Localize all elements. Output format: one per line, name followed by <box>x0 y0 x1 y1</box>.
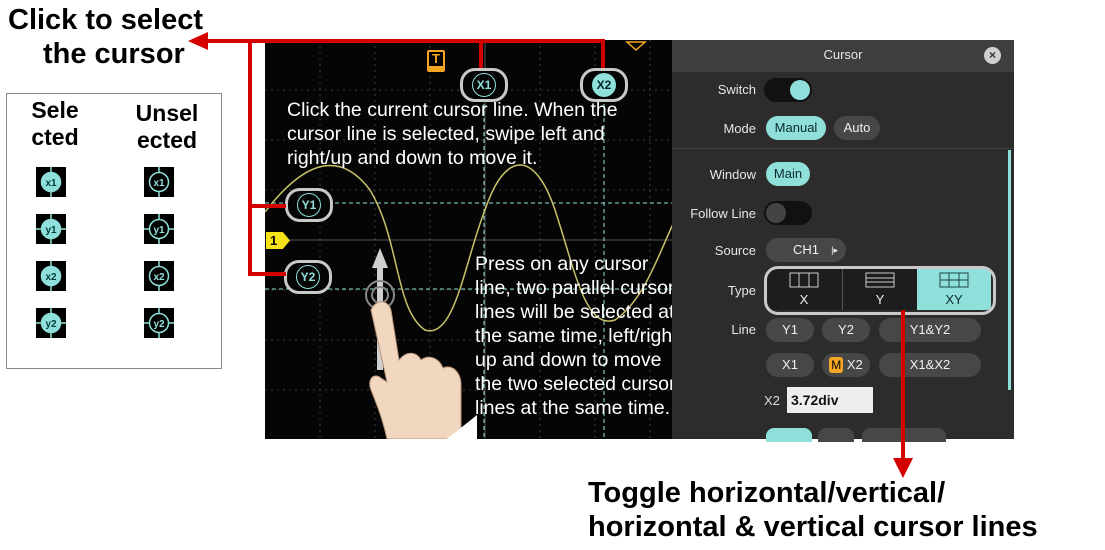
svg-text:x1: x1 <box>153 178 165 189</box>
unselected-cursor-x1-icon: x1 <box>144 167 174 197</box>
annotation-line-y1 <box>248 204 286 208</box>
source-select[interactable]: CH1 |▸ <box>766 238 846 262</box>
mode-manual-button[interactable]: Manual <box>766 116 826 140</box>
cursor-badge-x1[interactable]: X1 <box>460 68 508 102</box>
instruction-line: cursor line is selected, swipe left and <box>287 123 605 145</box>
x-unit-row-cutoff <box>766 428 812 442</box>
line-x2-button[interactable]: M X2 <box>822 353 870 377</box>
selected-cursor-y1-icon: y1 <box>36 214 66 244</box>
select-cursor-callout: Click to select the cursor <box>8 3 203 71</box>
m-badge: M <box>829 357 844 373</box>
switch-toggle[interactable] <box>764 78 812 102</box>
unselected-cursor-x2-icon: x2 <box>144 261 174 291</box>
unselected-cursor-y2-icon: y2 <box>144 308 174 338</box>
y1-label: Y1 <box>297 193 321 217</box>
line-y1-button[interactable]: Y1 <box>766 318 814 342</box>
cursor-badge-y2[interactable]: Y2 <box>284 260 332 294</box>
x2-label: X2 <box>592 73 616 97</box>
selected-cursor-x1-icon: x1 <box>36 167 66 197</box>
source-arrow-icon: |▸ <box>831 245 838 255</box>
annotation-arrow-down-icon <box>893 458 913 478</box>
svg-text:y1: y1 <box>153 225 165 236</box>
line-y1y2-button[interactable]: Y1&Y2 <box>879 318 981 342</box>
line-label: Line <box>731 322 756 337</box>
window-main-button[interactable]: Main <box>766 162 810 186</box>
selected-heading: Sele cted <box>31 97 79 150</box>
touch-hand-icon <box>365 248 477 439</box>
callout-bottom-line-1: Toggle horizontal/vertical/ <box>588 477 946 509</box>
x1-label: X1 <box>472 73 496 97</box>
svg-text:x2: x2 <box>45 272 57 283</box>
annotation-line-y2 <box>248 272 286 276</box>
follow-line-label: Follow Line <box>690 206 756 221</box>
annotation-line-top <box>248 39 605 43</box>
line-x1x2-button[interactable]: X1&X2 <box>879 353 981 377</box>
selected-cursor-x2-icon: x2 <box>36 261 66 291</box>
callout-line-1: Click to select <box>8 4 204 36</box>
scrollbar[interactable] <box>1008 150 1011 390</box>
annotation-line-x2 <box>601 39 605 68</box>
horizontal-position-marker <box>625 41 647 52</box>
y2-label: Y2 <box>296 265 320 289</box>
annotation-line-x1 <box>479 39 483 68</box>
unselected-cursor-y1-icon: y1 <box>144 214 174 244</box>
callout-line-2: the cursor <box>43 38 185 70</box>
mode-auto-button[interactable]: Auto <box>834 116 880 140</box>
instruction-select-cursor: Click the current cursor line. When the c… <box>287 98 687 170</box>
svg-text:y2: y2 <box>45 319 57 330</box>
line-y2-button[interactable]: Y2 <box>822 318 870 342</box>
toggle-cursor-callout: Toggle horizontal/vertical/ horizontal &… <box>588 476 1038 544</box>
x2-value-field[interactable]: 3.72div <box>787 387 873 413</box>
instruction-line: right/up and down to move it. <box>287 147 538 169</box>
panel-title: Cursor <box>672 40 1014 72</box>
annotation-line-left-vertical <box>248 39 252 275</box>
annotation-arrow-shaft-top <box>205 39 250 43</box>
annotation-line-type-down <box>901 310 905 460</box>
x2-value-label: X2 <box>764 393 780 408</box>
trigger-marker[interactable]: T <box>427 50 445 72</box>
svg-text:x2: x2 <box>153 272 165 283</box>
annotation-arrow-left-icon <box>188 32 208 50</box>
source-label: Source <box>714 243 756 258</box>
switch-label: Switch <box>717 82 756 97</box>
mode-label: Mode <box>723 121 756 136</box>
unselected-heading: Unsel ected <box>135 100 199 153</box>
type-label: Type <box>727 283 756 298</box>
cursor-menu-panel: Cursor × Switch Mode Manual Auto Window … <box>672 40 1014 442</box>
window-label: Window <box>709 167 756 182</box>
selected-cursor-y2-icon: y2 <box>36 308 66 338</box>
line-x1-button[interactable]: X1 <box>766 353 814 377</box>
follow-line-toggle[interactable] <box>764 201 812 225</box>
section-divider <box>672 148 1014 149</box>
callout-bottom-line-2: horizontal & vertical cursor lines <box>588 511 1038 543</box>
cursor-badge-y1[interactable]: Y1 <box>285 188 333 222</box>
close-icon[interactable]: × <box>984 47 1001 64</box>
svg-text:x1: x1 <box>45 178 57 189</box>
type-highlight-ring <box>764 266 996 315</box>
instruction-line: Click the current cursor line. When the <box>287 99 618 121</box>
cursor-icon-legend: Sele cted Unsel ected x1 x1 y1 y1 x2 x2 y2 y2 <box>6 93 222 369</box>
cursor-badge-x2[interactable]: X2 <box>580 68 628 102</box>
svg-text:y2: y2 <box>153 319 165 330</box>
svg-text:y1: y1 <box>45 225 57 236</box>
